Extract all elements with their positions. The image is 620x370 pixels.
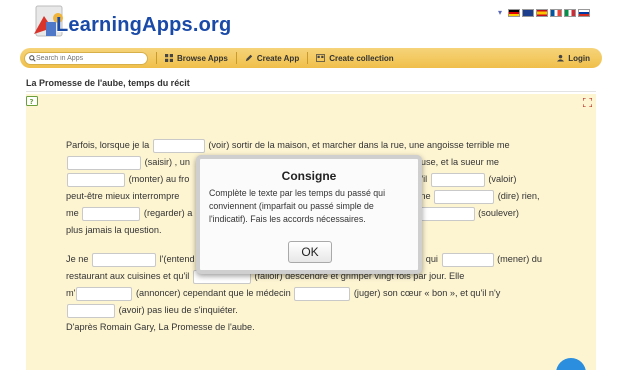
text-segment: (annoncer) cependant que le médecin [135,288,291,298]
collection-icon [316,54,326,62]
text-segment: (monter) au fro [128,174,190,184]
svg-text:?: ? [30,98,34,106]
answer-blank-11[interactable] [76,286,133,301]
text-segment: (mener) du [497,254,543,264]
flag-fr-icon[interactable] [550,8,562,17]
text-segment: (voir) sortir de la maison, et marcher d… [208,140,510,150]
search-input[interactable] [36,54,136,62]
text-segment: m' [66,288,76,298]
user-icon [557,54,565,62]
title-divider [26,91,596,92]
text-segment: (juger) son cœur « bon », et qu'il n'y [353,288,501,298]
logo[interactable]: LearningApps.org [22,4,231,46]
text-segment: Parfois, lorsque je la [66,140,150,150]
search-icon [29,54,36,62]
text-segment: (regarder) a [143,208,193,218]
help-icon[interactable]: ? [26,96,38,108]
logo-text: LearningApps.org [56,14,232,36]
grid-icon [165,54,173,62]
dialog-body: Complète le texte par les temps du passé… [209,188,386,224]
text-segment: (soulever) [478,208,519,218]
source-citation: D'après Romain Gary, La Promesse de l'au… [66,322,255,332]
text-segment: Je ne [66,254,89,264]
text-segment: (avoir) pas lieu de s'inquiéter. [118,305,238,315]
answer-blank-1[interactable] [152,138,205,153]
text-segment: l'(entend [159,254,195,264]
create-collection-button[interactable]: Create collection [307,52,401,64]
text-segment: freuse, et la sueur me [410,157,499,167]
flag-it-icon[interactable] [564,8,576,17]
answer-blank-12[interactable] [294,286,351,301]
text-segment: peut-être mieux interrompre [66,191,180,201]
language-selector[interactable]: ▾ [498,8,590,17]
page-title: La Promesse de l'aube, temps du récit [26,78,190,88]
text-segment: me [66,208,79,218]
page: LearningApps.org ▾ Browse Apps Create Ap… [0,0,620,370]
answer-blank-5[interactable] [434,189,495,204]
dropdown-arrow-icon[interactable]: ▾ [498,8,502,17]
text-segment: (dire) rien, [497,191,540,201]
browse-apps-label: Browse Apps [177,53,228,63]
answer-blank-7[interactable] [416,206,475,221]
text-segment: plus jamais la question. [66,225,162,235]
answer-blank-8[interactable] [92,252,157,267]
browse-apps-button[interactable]: Browse Apps [156,52,236,64]
answer-blank-2[interactable] [67,155,141,170]
search-box[interactable] [24,51,148,65]
answer-blank-3[interactable] [67,172,125,187]
text-segment: (valoir) [488,174,517,184]
flag-gb-icon[interactable] [522,8,534,17]
dialog-title: Consigne [281,169,337,183]
login-button[interactable]: Login [557,54,590,63]
create-app-label: Create App [256,53,300,63]
answer-blank-9[interactable] [441,252,494,267]
fullscreen-icon[interactable] [583,98,592,107]
ok-button[interactable]: OK [288,241,332,263]
pencil-icon [245,54,253,62]
create-app-button[interactable]: Create App [235,52,307,64]
flag-ru-icon[interactable] [578,8,590,17]
text-segment: restaurant aux cuisines et qu'il [66,271,190,281]
answer-blank-4[interactable] [430,172,485,187]
instructions-dialog: Consigne Complète le texte par les temps… [196,155,422,274]
answer-blank-6[interactable] [82,206,141,221]
flag-es-icon[interactable] [536,8,548,17]
answer-blank-13[interactable] [67,303,115,318]
text-segment: qui [425,254,438,264]
login-label: Login [568,53,590,63]
main-toolbar: Browse Apps Create App Create collection… [20,48,602,68]
text-segment: (saisir) , un [144,157,190,167]
create-collection-label: Create collection [329,53,394,63]
flag-de-icon[interactable] [508,8,520,17]
